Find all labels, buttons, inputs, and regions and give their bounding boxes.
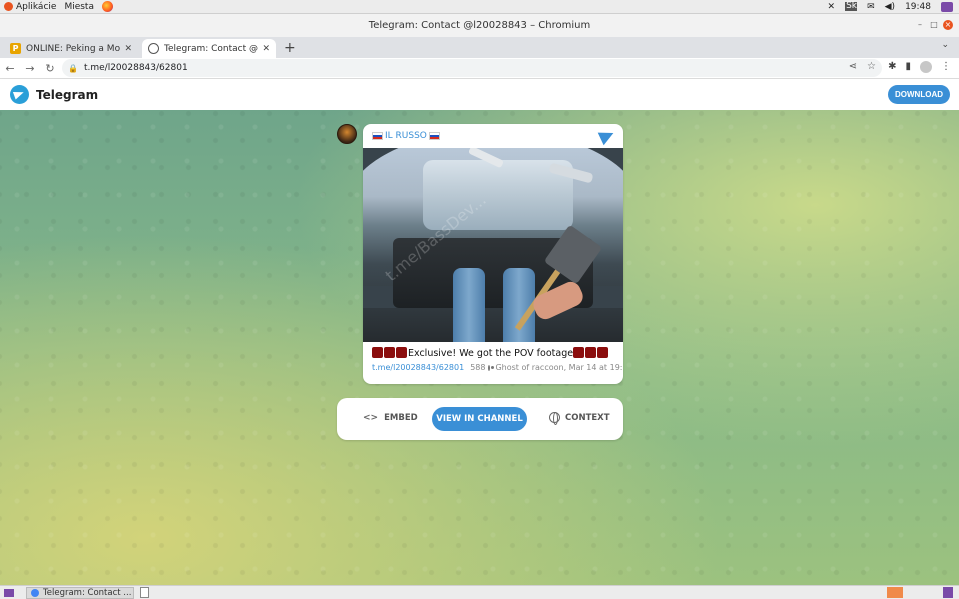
window-title: Telegram: Contact @l20028843 – Chromium xyxy=(368,20,591,31)
back-icon[interactable]: ← xyxy=(0,62,20,75)
post-text: Exclusive! We got the POV footage xyxy=(363,342,623,359)
maximize-icon[interactable]: □ xyxy=(929,20,939,30)
bookmark-star-icon[interactable]: ☆ xyxy=(867,61,876,72)
emoji-icon xyxy=(396,347,407,358)
telegram-plane-icon[interactable] xyxy=(597,126,617,146)
clock[interactable]: 19:48 xyxy=(905,2,931,12)
post-header: IL RUSSO xyxy=(363,124,623,148)
window-titlebar: Telegram: Contact @l20028843 – Chromium … xyxy=(0,14,959,37)
embed-label: EMBED xyxy=(384,413,418,423)
reload-icon[interactable]: ↻ xyxy=(40,62,60,75)
side-panel-icon[interactable]: ▮ xyxy=(905,61,911,73)
channel-name[interactable]: IL RUSSO xyxy=(385,131,427,141)
browser-toolbar: ← → ↻ 🔒 t.me/l20028843/62801 ⋖ ☆ ✱ ▮ ⋮ xyxy=(0,58,959,79)
telegram-brand[interactable]: Telegram xyxy=(36,88,98,102)
close-window-icon[interactable]: × xyxy=(943,20,953,30)
trash-icon[interactable] xyxy=(943,587,953,598)
post-author-date: Ghost of raccoon, Mar 14 at 19:26 xyxy=(495,363,623,372)
new-tab-icon[interactable]: + xyxy=(284,39,296,58)
tab-strip: P ONLINE: Peking a Moskva ✕ Telegram: Co… xyxy=(0,37,959,58)
tab-online-peking[interactable]: P ONLINE: Peking a Moskva ✕ xyxy=(4,39,138,58)
post-meta: t.me/l20028843/62801 588 Ghost of raccoo… xyxy=(363,359,623,372)
forward-icon[interactable]: → xyxy=(20,62,40,75)
context-button[interactable]: CONTEXT xyxy=(549,412,610,425)
workspace-switcher xyxy=(887,587,953,598)
embed-button[interactable]: <> EMBED xyxy=(363,413,418,423)
globe-icon xyxy=(549,412,560,425)
text-editor-icon[interactable] xyxy=(140,587,149,598)
ubuntu-logo-icon xyxy=(4,2,13,11)
taskbar-window-chromium[interactable]: Telegram: Contact ... xyxy=(26,586,134,599)
extensions-icon[interactable]: ✱ xyxy=(888,61,896,73)
apps-menu-label: Aplikácie xyxy=(16,1,57,12)
russia-flag-icon xyxy=(428,132,440,140)
workspace-1-icon[interactable] xyxy=(887,587,903,598)
emoji-icon xyxy=(585,347,597,358)
toolbar-extensions: ✱ ▮ ⋮ xyxy=(888,61,951,73)
code-icon: <> xyxy=(363,413,379,423)
russia-flag-icon xyxy=(372,132,383,140)
tab-favicon-p-icon: P xyxy=(10,43,21,54)
places-menu-label: Miesta xyxy=(64,1,94,12)
keyboard-layout-indicator[interactable]: Sk xyxy=(845,2,858,11)
tab-telegram-contact[interactable]: Telegram: Contact @l20028843 ✕ xyxy=(142,39,276,58)
view-in-channel-button[interactable]: VIEW IN CHANNEL xyxy=(432,407,527,431)
post-photo[interactable]: t.me/BassDev... xyxy=(363,148,623,342)
tab-title: Telegram: Contact @l20028843 xyxy=(164,43,259,54)
tab-title: ONLINE: Peking a Moskva xyxy=(26,43,121,54)
chromium-icon xyxy=(31,588,39,597)
post-views: 588 xyxy=(470,363,486,372)
window-controls: – □ × xyxy=(915,20,953,30)
emoji-icon xyxy=(372,347,383,358)
eye-icon xyxy=(488,364,495,371)
profile-avatar-icon[interactable] xyxy=(920,61,932,73)
post-text-content: Exclusive! We got the POV footage xyxy=(408,348,574,359)
mail-icon[interactable]: ✉ xyxy=(867,2,875,12)
tab-favicon-globe-icon xyxy=(148,43,159,54)
download-button[interactable]: DOWNLOAD xyxy=(888,85,950,104)
firefox-launcher-icon[interactable] xyxy=(101,1,113,12)
context-label: CONTEXT xyxy=(565,412,610,423)
minimize-icon[interactable]: – xyxy=(915,20,925,30)
browser-menu-icon[interactable]: ⋮ xyxy=(941,61,951,73)
places-menu[interactable]: Miesta xyxy=(64,2,94,12)
share-icon[interactable]: ⋖ xyxy=(849,61,857,72)
telegram-header: Telegram DOWNLOAD xyxy=(0,79,959,110)
emoji-icon xyxy=(573,347,585,358)
telegram-logo-icon[interactable] xyxy=(10,85,29,104)
tab-close-icon[interactable]: ✕ xyxy=(124,44,132,54)
channel-avatar[interactable] xyxy=(337,124,357,144)
taskbar-window-label: Telegram: Contact ... xyxy=(43,587,132,598)
emoji-icon xyxy=(384,347,395,358)
photo-leg-left xyxy=(453,268,485,342)
apps-menu[interactable]: Aplikácie xyxy=(4,2,56,12)
os-top-panel: Aplikácie Miesta ✕ Sk ✉ ◀) 19:48 xyxy=(0,0,959,14)
show-desktop-icon[interactable] xyxy=(4,588,14,597)
os-taskbar: Telegram: Contact ... xyxy=(0,585,959,599)
tab-close-icon[interactable]: ✕ xyxy=(262,44,270,54)
address-bar[interactable]: 🔒 t.me/l20028843/62801 ⋖ ☆ xyxy=(62,59,882,77)
post-card: IL RUSSO t.me/BassDev... Exclusive! We g… xyxy=(363,124,623,384)
lock-icon[interactable]: 🔒 xyxy=(68,64,78,73)
emoji-icon xyxy=(597,347,609,358)
network-icon[interactable]: ✕ xyxy=(828,2,836,12)
post-actions: <> EMBED VIEW IN CHANNEL CONTEXT xyxy=(337,398,623,440)
system-tray: ✕ Sk ✉ ◀) 19:48 xyxy=(828,1,953,12)
session-menu-icon[interactable] xyxy=(941,1,953,12)
post-link[interactable]: t.me/l20028843/62801 xyxy=(372,363,464,372)
volume-icon[interactable]: ◀) xyxy=(885,2,895,12)
tab-search-chevron-icon[interactable]: ⌄ xyxy=(941,40,949,50)
url-text[interactable]: t.me/l20028843/62801 xyxy=(84,63,188,73)
